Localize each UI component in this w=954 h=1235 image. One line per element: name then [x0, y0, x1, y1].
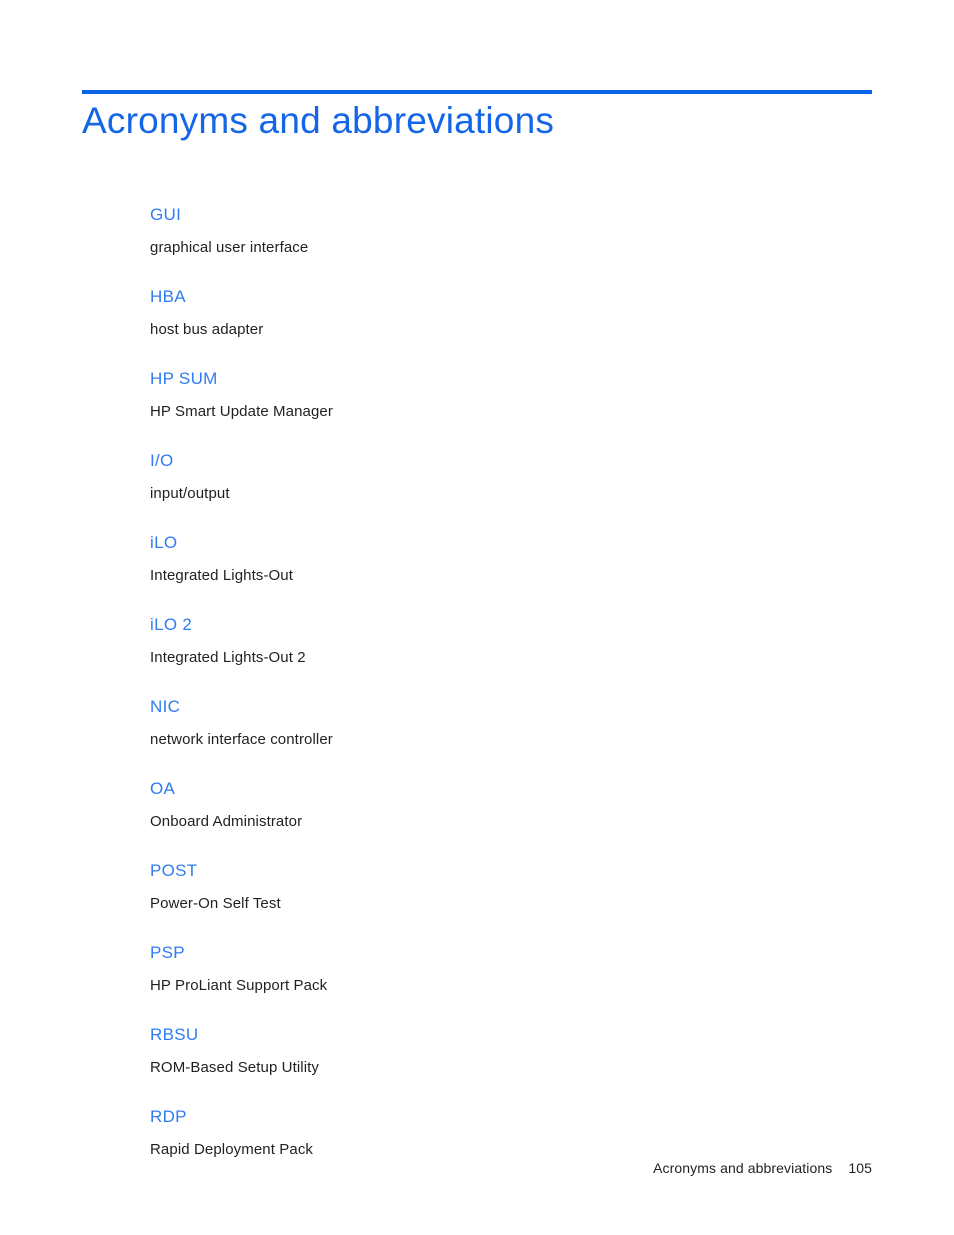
glossary-definition: input/output — [150, 485, 230, 502]
glossary-definition: ROM-Based Setup Utility — [150, 1059, 320, 1076]
glossary-entry: I/O input/output — [150, 450, 850, 504]
glossary-definition: HP Smart Update Manager — [150, 403, 333, 420]
glossary-entry: OA Onboard Administrator — [150, 778, 850, 832]
glossary-entry: POST Power-On Self Test — [150, 860, 850, 914]
glossary-definition: Onboard Administrator — [150, 813, 303, 830]
footer-chapter-name: Acronyms and abbreviations — [653, 1160, 833, 1176]
page-heading-block: Acronyms and abbreviations — [82, 90, 872, 148]
glossary-term: HP SUM — [150, 369, 218, 388]
glossary-term: HBA — [150, 287, 186, 306]
page-title: Acronyms and abbreviations — [82, 100, 555, 141]
glossary-definition: graphical user interface — [150, 239, 309, 256]
document-page: Acronyms and abbreviations GUI graphical… — [0, 0, 954, 1235]
glossary-definition: HP ProLiant Support Pack — [150, 977, 328, 994]
glossary-term: I/O — [150, 451, 174, 470]
glossary-entry: HP SUM HP Smart Update Manager — [150, 368, 850, 422]
glossary-term: iLO 2 — [150, 615, 193, 634]
glossary-entry: RBSU ROM-Based Setup Utility — [150, 1024, 850, 1078]
glossary-entry: NIC network interface controller — [150, 696, 850, 750]
glossary-term: OA — [150, 779, 176, 798]
glossary-term: GUI — [150, 205, 182, 224]
glossary-entry: iLO Integrated Lights-Out — [150, 532, 850, 586]
page-footer: Acronyms and abbreviations 105 — [82, 1158, 872, 1178]
footer-page-number: 105 — [848, 1160, 872, 1176]
glossary-definition: host bus adapter — [150, 321, 264, 338]
glossary-term: RDP — [150, 1107, 187, 1126]
glossary-definition: Power-On Self Test — [150, 895, 281, 912]
glossary-entry: iLO 2 Integrated Lights-Out 2 — [150, 614, 850, 668]
glossary-list: GUI graphical user interface HBA host bu… — [150, 204, 850, 1160]
glossary-entry: PSP HP ProLiant Support Pack — [150, 942, 850, 996]
glossary-definition: Rapid Deployment Pack — [150, 1141, 314, 1158]
glossary-definition: Integrated Lights-Out — [150, 567, 294, 584]
glossary-term: NIC — [150, 697, 181, 716]
glossary-term: iLO — [150, 533, 178, 552]
glossary-entry: HBA host bus adapter — [150, 286, 850, 340]
glossary-entry: GUI graphical user interface — [150, 204, 850, 258]
glossary-entry: RDP Rapid Deployment Pack — [150, 1106, 850, 1160]
glossary-definition: network interface controller — [150, 731, 333, 748]
glossary-definition: Integrated Lights-Out 2 — [150, 649, 306, 666]
glossary-term: POST — [150, 861, 198, 880]
glossary-term: PSP — [150, 943, 185, 962]
glossary-term: RBSU — [150, 1025, 199, 1044]
